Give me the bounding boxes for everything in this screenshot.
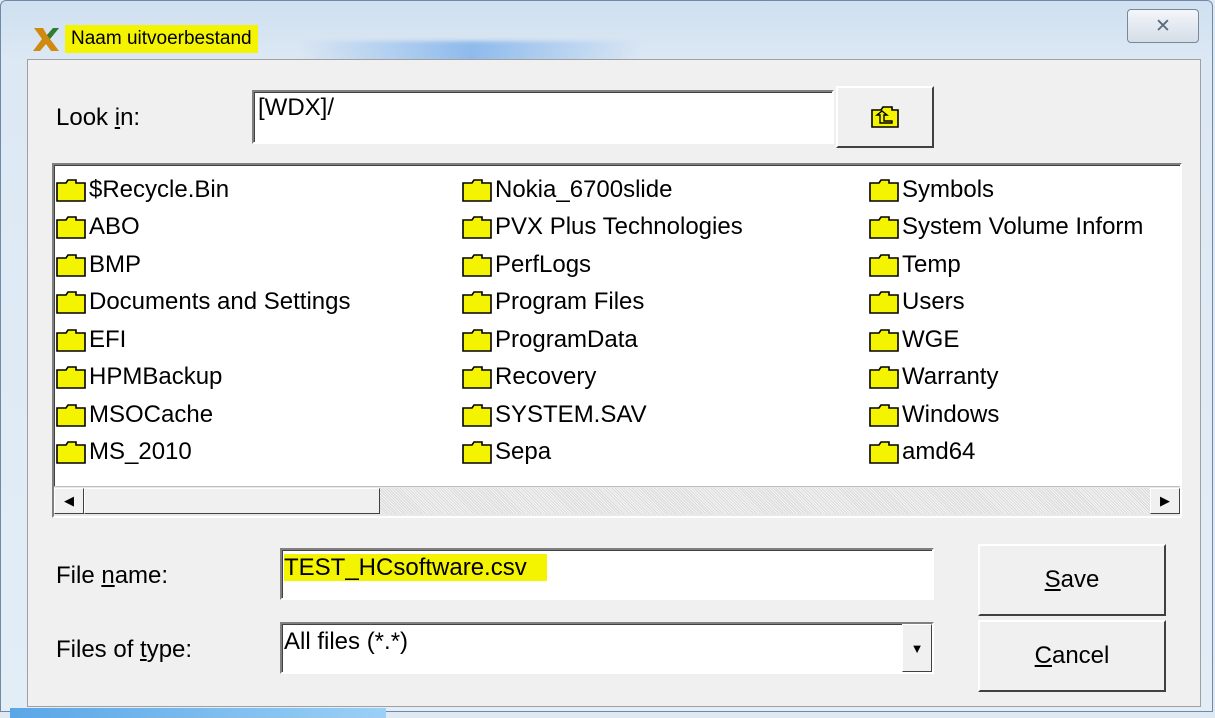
folder-icon (462, 253, 492, 277)
filename-input[interactable]: TEST_HCsoftware.csv (280, 548, 934, 600)
folder-icon (56, 366, 86, 390)
folder-icon (869, 216, 899, 240)
filename-label: File name: (56, 562, 169, 589)
folder-icon (462, 216, 492, 240)
app-icon (33, 28, 59, 51)
folder-icon (869, 253, 899, 277)
folder-item[interactable]: PerfLogs (462, 246, 743, 284)
folder-item[interactable]: amd64 (869, 434, 1143, 472)
folder-icon (56, 328, 86, 352)
arrow-left-icon: ◀ (64, 493, 74, 508)
folder-column-3: Symbols System Volume Inform Temp Users … (869, 171, 1143, 471)
arrow-right-icon: ▶ (1160, 493, 1170, 508)
folder-icon (869, 403, 899, 427)
folder-icon (56, 441, 86, 465)
taskbar-edge (10, 708, 386, 718)
folder-icon (56, 178, 86, 202)
folder-icon (56, 253, 86, 277)
folder-item[interactable]: ABO (56, 209, 350, 247)
folder-icon (462, 441, 492, 465)
folder-icon (869, 178, 899, 202)
filename-value: TEST_HCsoftware.csv (284, 554, 547, 581)
filetype-dropdown-button[interactable]: ▼ (902, 624, 932, 672)
folder-item[interactable]: Windows (869, 396, 1143, 434)
folder-item[interactable]: Program Files (462, 284, 743, 322)
folder-item[interactable]: MS_2010 (56, 434, 350, 472)
folder-item[interactable]: Nokia_6700slide (462, 171, 743, 209)
cancel-button[interactable]: Cancel (978, 620, 1166, 692)
chevron-down-icon: ▼ (910, 640, 924, 656)
folder-item[interactable]: BMP (56, 246, 350, 284)
dialog-window: Naam uitvoerbestand ✕ Look in: [WDX]/ $R… (0, 0, 1213, 712)
folder-item[interactable]: Temp (869, 246, 1143, 284)
folder-item[interactable]: Documents and Settings (56, 284, 350, 322)
folder-item[interactable]: Sepa (462, 434, 743, 472)
save-button[interactable]: Save (978, 544, 1166, 616)
folder-item[interactable]: Warranty (869, 359, 1143, 397)
folder-item[interactable]: HPMBackup (56, 359, 350, 397)
lookin-field[interactable]: [WDX]/ (252, 90, 834, 144)
folder-item[interactable]: SYSTEM.SAV (462, 396, 743, 434)
up-folder-button[interactable] (836, 86, 934, 148)
folder-item[interactable]: EFI (56, 321, 350, 359)
dialog-client-area: Look in: [WDX]/ $Recycle.Bin ABO BMP Doc… (27, 59, 1201, 707)
title-bar[interactable]: Naam uitvoerbestand ✕ (1, 1, 1212, 59)
folder-icon (462, 328, 492, 352)
folder-item[interactable]: PVX Plus Technologies (462, 209, 743, 247)
filetype-value: All files (*.*) (284, 628, 409, 655)
folder-icon (56, 403, 86, 427)
folder-icon (869, 441, 899, 465)
folder-icon (462, 178, 492, 202)
close-icon: ✕ (1155, 15, 1171, 37)
folder-item[interactable]: WGE (869, 321, 1143, 359)
folder-icon (869, 366, 899, 390)
folder-icon (462, 366, 492, 390)
folder-icon (869, 328, 899, 352)
lookin-label: Look in: (56, 104, 141, 131)
filetype-label: Files of type: (56, 636, 193, 663)
folder-icon (462, 403, 492, 427)
folder-item[interactable]: ProgramData (462, 321, 743, 359)
folder-icon (869, 291, 899, 315)
folder-icon (56, 291, 86, 315)
folder-column-1: $Recycle.Bin ABO BMP Documents and Setti… (56, 171, 350, 471)
scroll-left-button[interactable]: ◀ (54, 488, 84, 514)
horizontal-scrollbar[interactable]: ◀ ▶ (54, 486, 1180, 516)
folder-item[interactable]: Recovery (462, 359, 743, 397)
folder-listbox[interactable]: $Recycle.Bin ABO BMP Documents and Setti… (52, 163, 1182, 518)
folder-icon (462, 291, 492, 315)
scroll-right-button[interactable]: ▶ (1150, 488, 1180, 514)
folder-item[interactable]: System Volume Inform (869, 209, 1143, 247)
folder-item[interactable]: Symbols (869, 171, 1143, 209)
folder-icon (56, 216, 86, 240)
folder-column-2: Nokia_6700slide PVX Plus Technologies Pe… (462, 171, 743, 471)
scroll-thumb[interactable] (84, 488, 380, 514)
filetype-select[interactable]: All files (*.*) ▼ (280, 622, 934, 674)
scroll-track[interactable] (380, 488, 1150, 514)
folder-item[interactable]: MSOCache (56, 396, 350, 434)
folder-item[interactable]: $Recycle.Bin (56, 171, 350, 209)
window-title: Naam uitvoerbestand (65, 25, 258, 53)
folder-up-icon (871, 106, 899, 128)
folder-item[interactable]: Users (869, 284, 1143, 322)
close-button[interactable]: ✕ (1127, 9, 1199, 43)
